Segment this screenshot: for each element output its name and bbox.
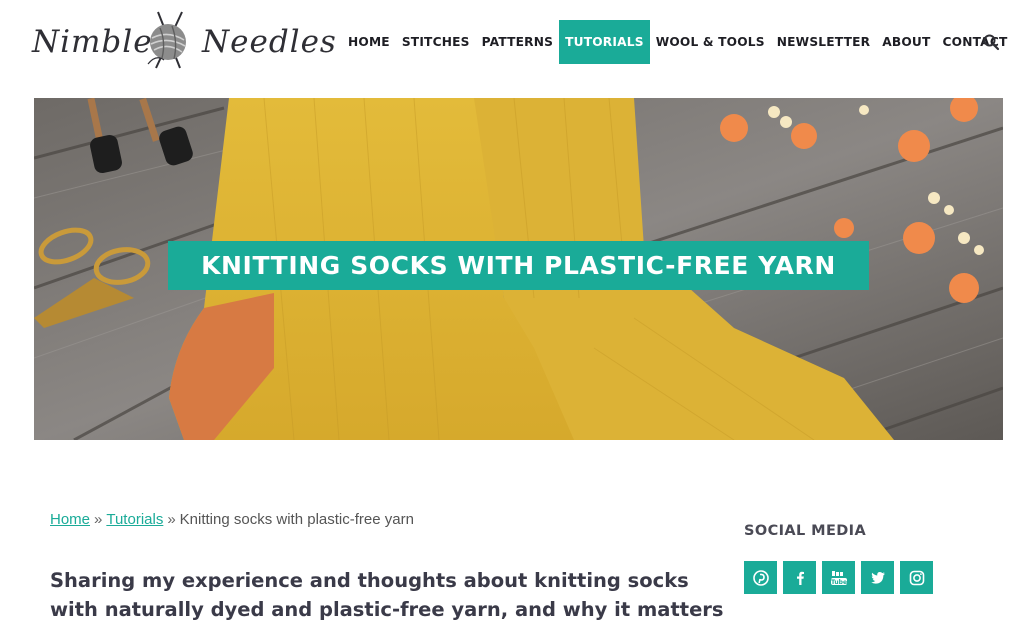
main-nav: HOME STITCHES PATTERNS TUTORIALS WOOL & …	[342, 20, 1013, 64]
nav-item-stitches[interactable]: STITCHES	[396, 20, 476, 64]
breadcrumb-tutorials-link[interactable]: Tutorials	[106, 511, 163, 528]
breadcrumb-current: Knitting socks with plastic-free yarn	[179, 511, 414, 528]
instagram-icon	[909, 570, 924, 585]
youtube-button[interactable]: Tube	[822, 561, 855, 594]
nav-item-patterns[interactable]: PATTERNS	[476, 20, 560, 64]
breadcrumb-separator: »	[167, 511, 176, 528]
site-header: Nimble Needles HOME STITCHES PATTERNS TU…	[0, 0, 1024, 86]
nav-item-wool-tools[interactable]: WOOL & TOOLS	[650, 20, 771, 64]
social-media-title: SOCIAL MEDIA	[744, 523, 867, 539]
facebook-button[interactable]	[783, 561, 816, 594]
logo-text-right: Needles	[202, 24, 337, 60]
nav-item-contact[interactable]: CONTACT	[937, 20, 1014, 64]
social-icons: Tube	[744, 561, 933, 594]
nav-item-home[interactable]: HOME	[342, 20, 396, 64]
twitter-button[interactable]	[861, 561, 894, 594]
pinterest-icon	[752, 569, 769, 586]
logo-text-left: Nimble	[32, 24, 153, 60]
twitter-icon	[870, 571, 885, 584]
hero-banner: KNITTING SOCKS WITH PLASTIC-FREE YARN	[34, 98, 1003, 440]
nav-item-about[interactable]: ABOUT	[876, 20, 936, 64]
facebook-icon	[796, 571, 804, 585]
article-lead: Sharing my experience and thoughts about…	[50, 569, 724, 621]
pinterest-button[interactable]	[744, 561, 777, 594]
site-logo[interactable]: Nimble Needles	[32, 8, 336, 78]
search-icon[interactable]	[982, 33, 1000, 51]
hero-title: KNITTING SOCKS WITH PLASTIC-FREE YARN	[168, 241, 869, 290]
yarn-ball-icon	[147, 11, 186, 69]
nav-item-tutorials[interactable]: TUTORIALS	[559, 20, 650, 64]
breadcrumb-separator: »	[94, 511, 103, 528]
instagram-button[interactable]	[900, 561, 933, 594]
youtube-icon: Tube	[830, 570, 847, 586]
breadcrumb: Home» Tutorials» Knitting socks with plast…	[50, 511, 414, 528]
svg-text:Tube: Tube	[830, 579, 846, 586]
breadcrumb-home-link[interactable]: Home	[50, 511, 90, 528]
nav-item-newsletter[interactable]: NEWSLETTER	[771, 20, 876, 64]
